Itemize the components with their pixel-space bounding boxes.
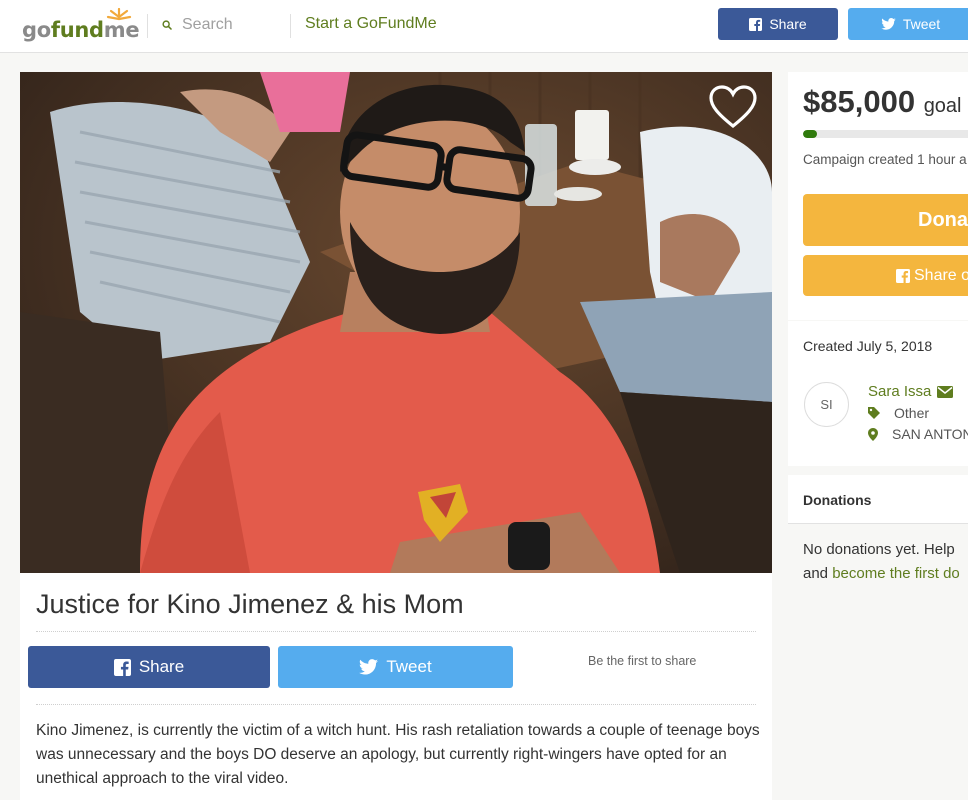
divider [36, 704, 756, 705]
twitter-icon [359, 659, 379, 675]
start-a-gofundme-link[interactable]: Start a GoFundMe [305, 15, 437, 33]
header-share-button[interactable]: Share [718, 8, 838, 40]
facebook-share-button[interactable]: Share [28, 646, 270, 688]
divider [36, 631, 756, 632]
nav-divider [290, 14, 291, 38]
donate-now-button[interactable]: Donat [803, 194, 968, 246]
organizer-location: SAN ANTON [868, 426, 968, 442]
nav-divider [147, 14, 148, 38]
progress-fill [803, 130, 817, 138]
campaign-details-card: Justice for Kino Jimenez & his Mom Share… [20, 573, 772, 800]
goal-label: goal [923, 95, 962, 117]
search-icon [162, 20, 172, 30]
campaign-story: Kino Jimenez, is currently the victim of… [36, 722, 760, 787]
organizer-card: Created July 5, 2018 SI Sara Issa Other … [788, 321, 968, 466]
facebook-share-label: Share [138, 657, 185, 676]
campaign-photo [20, 72, 772, 573]
header-tweet-label: Tweet [902, 16, 941, 32]
twitter-tweet-label: Tweet [386, 657, 432, 676]
twitter-tweet-button[interactable]: Tweet [278, 646, 513, 688]
share-count-text: Be the first to share [588, 654, 697, 668]
organizer-category: Other [868, 405, 929, 421]
share-on-label: Share o [914, 266, 968, 284]
favorite-heart-icon[interactable] [708, 84, 758, 130]
goal-amount: $85,000 goal [803, 84, 962, 119]
campaign-title: Justice for Kino Jimenez & his Mom [36, 589, 464, 619]
facebook-icon [113, 658, 131, 676]
become-first-donor-link[interactable]: become the first do [832, 565, 960, 582]
header-share-label: Share [769, 16, 807, 32]
no-donations-message: No donations yet. Help and become the fi… [803, 541, 960, 582]
donations-heading: Donations [803, 492, 872, 508]
donate-label: Donat [918, 208, 968, 231]
organizer-avatar: SI [804, 382, 849, 427]
share-on-facebook-button[interactable]: Share o [803, 255, 968, 296]
map-marker-icon [868, 427, 878, 441]
campaign-created-ago: Campaign created 1 hour a [803, 152, 967, 167]
facebook-icon [749, 17, 763, 31]
search-box[interactable] [162, 13, 282, 37]
header-tweet-button[interactable]: Tweet [848, 8, 968, 40]
organizer-name-link[interactable]: Sara Issa [868, 383, 954, 400]
donations-header-card: Donations [788, 475, 968, 524]
twitter-icon [881, 18, 896, 30]
search-input[interactable] [182, 16, 282, 34]
goal-card: $85,000 goal Campaign created 1 hour a D… [788, 72, 968, 320]
gofundme-logo[interactable]: gofundme [22, 8, 140, 44]
progress-bar [803, 130, 968, 138]
tag-icon [868, 407, 880, 419]
created-date: Created July 5, 2018 [803, 338, 933, 354]
top-navigation-bar: gofundme Start a GoFundMe Share Tweet [0, 0, 968, 53]
campaign-photo-image [20, 72, 772, 573]
logo-wordmark: gofundme [22, 18, 140, 42]
envelope-icon[interactable] [937, 385, 954, 398]
facebook-icon [896, 268, 910, 283]
